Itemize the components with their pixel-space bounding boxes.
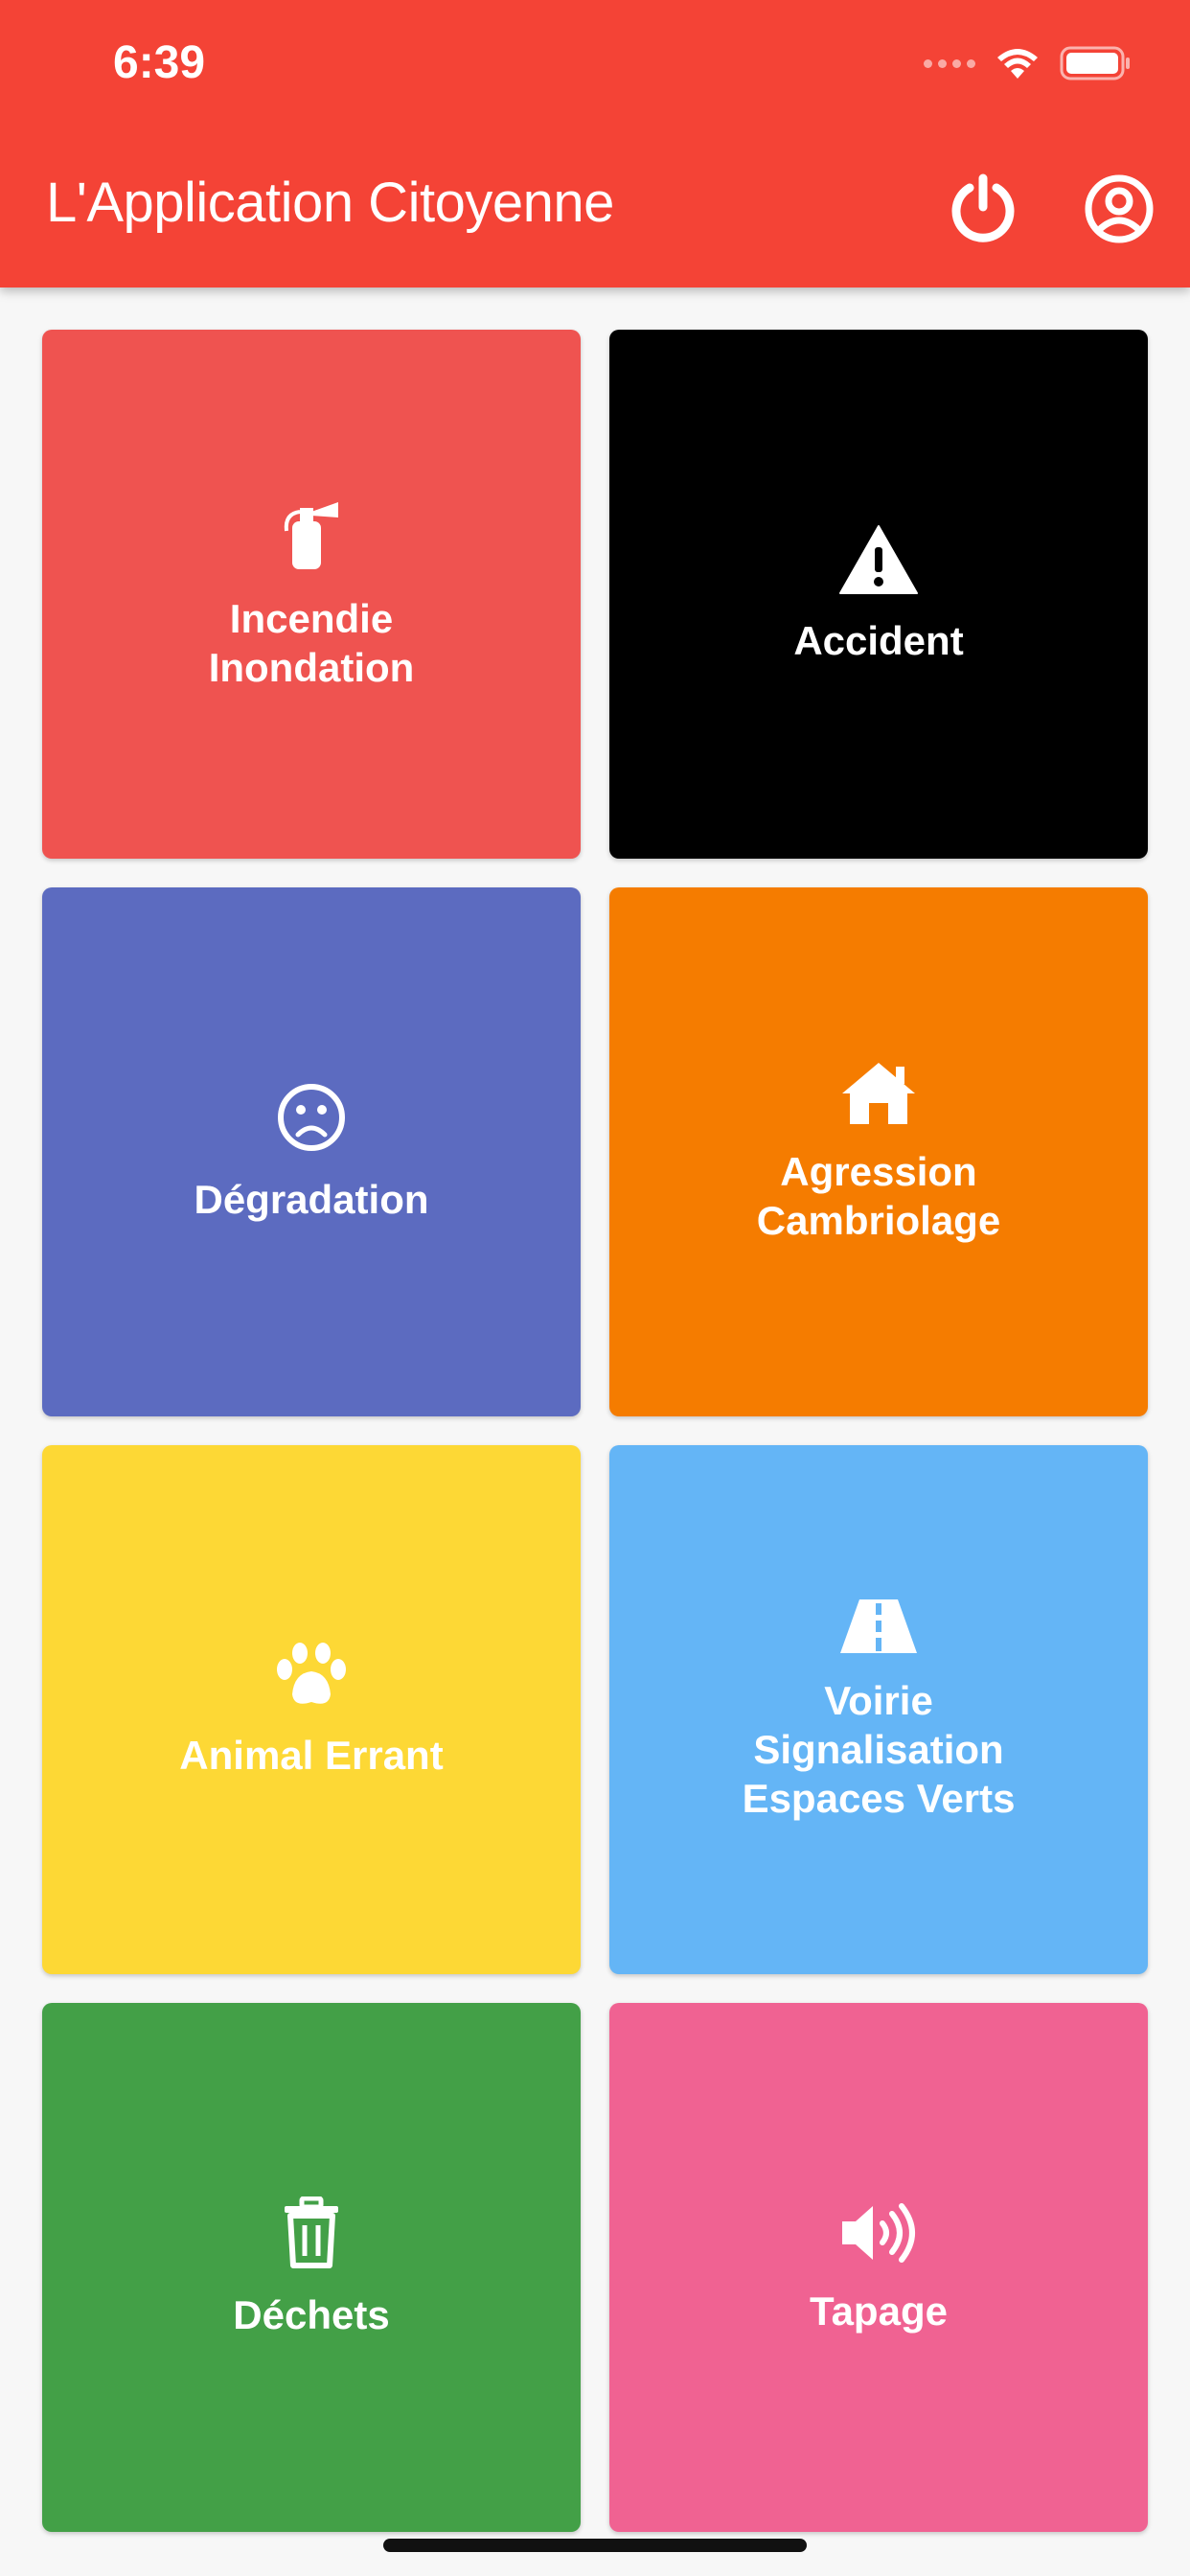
tile-voirie-signalisation[interactable]: Voirie Signalisation Espaces Verts bbox=[609, 1445, 1148, 1974]
wifi-icon bbox=[997, 49, 1038, 79]
tile-agression-cambriolage[interactable]: Agression Cambriolage bbox=[609, 887, 1148, 1416]
cellular-signal-icon bbox=[924, 58, 975, 68]
status-icons bbox=[924, 46, 1133, 80]
home-indicator[interactable] bbox=[383, 2539, 807, 2552]
tile-incendie-inondation[interactable]: Incendie Inondation bbox=[42, 330, 581, 859]
tile-animal-errant[interactable]: Animal Errant bbox=[42, 1445, 581, 1974]
tile-accident[interactable]: Accident bbox=[609, 330, 1148, 859]
report-category-grid: Incendie Inondation Accident Dégradation… bbox=[42, 330, 1148, 2532]
tile-dechets[interactable]: Déchets bbox=[42, 2003, 581, 2532]
tile-label: Accident bbox=[793, 617, 964, 663]
account-circle-icon bbox=[1085, 174, 1154, 243]
home-icon bbox=[838, 1059, 919, 1126]
tile-label: Dégradation bbox=[194, 1176, 429, 1222]
tile-degradation[interactable]: Dégradation bbox=[42, 887, 581, 1416]
frown-icon bbox=[275, 1081, 348, 1154]
battery-icon bbox=[1060, 46, 1130, 80]
tile-label: Tapage bbox=[810, 2288, 948, 2334]
tile-label: Agression Cambriolage bbox=[756, 1149, 1001, 1243]
warning-icon bbox=[838, 524, 919, 595]
logout-button[interactable] bbox=[947, 172, 1019, 245]
road-icon bbox=[838, 1598, 919, 1655]
app-bar: 6:39 L'Application Citoyenne bbox=[0, 0, 1190, 288]
trash-icon bbox=[281, 2196, 342, 2269]
tile-label: Animal Errant bbox=[179, 1732, 444, 1778]
paw-icon bbox=[273, 1641, 350, 1710]
tile-label: Déchets bbox=[233, 2291, 390, 2337]
fire-extinguisher-icon bbox=[275, 496, 348, 573]
volume-icon bbox=[838, 2200, 919, 2266]
screen: 6:39 L'Application Citoyenne Incendie In… bbox=[0, 0, 1190, 2576]
page-title: L'Application Citoyenne bbox=[46, 172, 614, 234]
status-time: 6:39 bbox=[113, 37, 206, 88]
tile-label: Incendie Inondation bbox=[208, 596, 415, 690]
power-icon bbox=[951, 173, 1015, 242]
account-button[interactable] bbox=[1083, 172, 1156, 245]
tile-label: Voirie Signalisation Espaces Verts bbox=[742, 1677, 1016, 1821]
tile-tapage[interactable]: Tapage bbox=[609, 2003, 1148, 2532]
